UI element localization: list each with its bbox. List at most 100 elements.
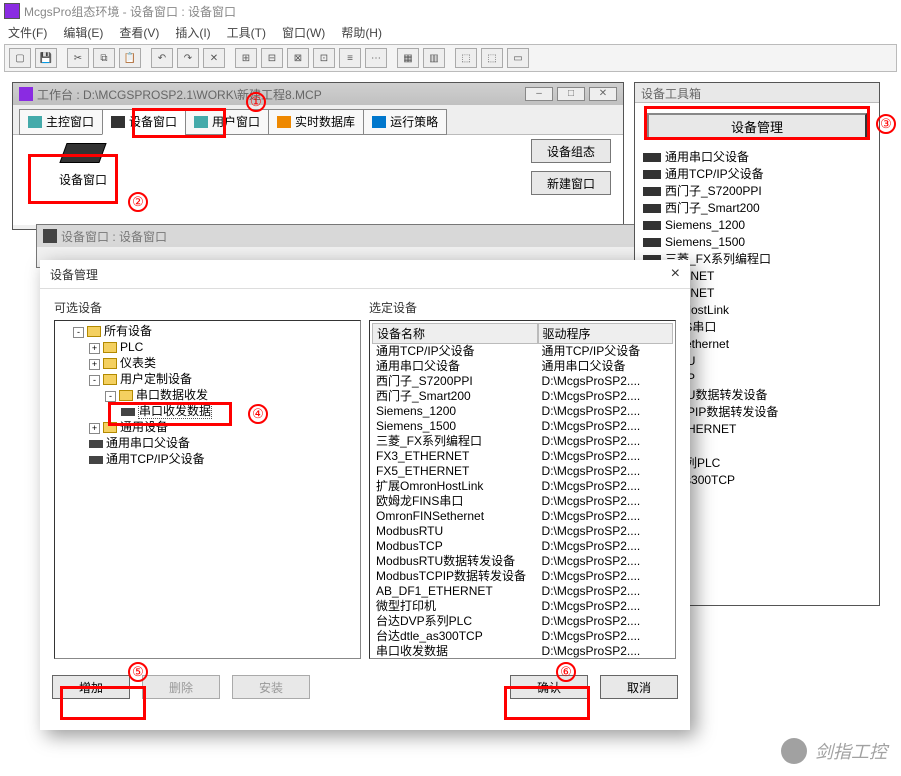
tb-i[interactable]: ⬚ [455, 48, 477, 68]
device-window-icon [43, 229, 57, 243]
table-row[interactable]: ModbusTCPIP数据转发设备D:\McgsProSP2.... [372, 569, 673, 584]
table-row[interactable]: FX3_ETHERNETD:\McgsProSP2.... [372, 449, 673, 464]
btn-cancel[interactable]: 取消 [600, 675, 678, 699]
table-row[interactable]: 微型打印机D:\McgsProSP2.... [372, 599, 673, 614]
btn-ok[interactable]: 确认 [510, 675, 588, 699]
dialog-close[interactable]: × [671, 265, 680, 283]
tb-paste[interactable]: 📋 [119, 48, 141, 68]
table-row[interactable]: ModbusRTU数据转发设备D:\McgsProSP2.... [372, 554, 673, 569]
workbench-titlebar[interactable]: 工作台 : D:\MCGSPROSP2.1\WORK\新建工程8.MCP – □… [13, 83, 623, 105]
table-row[interactable]: 扩展OmronHostLinkD:\McgsProSP2.... [372, 479, 673, 494]
annotation-2-num: ② [128, 192, 148, 212]
tb-c[interactable]: ⊠ [287, 48, 309, 68]
tb-b[interactable]: ⊟ [261, 48, 283, 68]
table-row[interactable]: 欧姆龙FINS串口D:\McgsProSP2.... [372, 494, 673, 509]
tb-a[interactable]: ⊞ [235, 48, 257, 68]
tab-rtdb[interactable]: 实时数据库 [268, 109, 364, 135]
col-driver[interactable]: 驱动程序 [538, 323, 673, 344]
win-close[interactable]: ✕ [589, 87, 617, 101]
annotation-5-num: ⑤ [128, 662, 148, 682]
tb-k[interactable]: ▭ [507, 48, 529, 68]
table-row[interactable]: 西门子_S7200PPID:\McgsProSP2.... [372, 374, 673, 389]
annotation-6-num: ⑥ [556, 662, 576, 682]
toolbox-item[interactable]: 西门子_S7200PPI [643, 183, 871, 200]
menu-insert[interactable]: 插入(I) [175, 24, 210, 41]
app-titlebar: McgsPro组态环境 - 设备窗口 : 设备窗口 [0, 0, 901, 22]
btn-install[interactable]: 安装 [232, 675, 310, 699]
table-row[interactable]: 通用TCP/IP父设备通用TCP/IP父设备 [372, 344, 673, 359]
btn-device-config[interactable]: 设备组态 [531, 139, 611, 163]
toolbox-item[interactable]: 西门子_Smart200 [643, 200, 871, 217]
tb-h[interactable]: ▥ [423, 48, 445, 68]
toolbar: ▢ 💾 ✂ ⧉ 📋 ↶ ↷ ✕ ⊞ ⊟ ⊠ ⊡ ≡ ⋯ ▦ ▥ ⬚ ⬚ ▭ [4, 44, 897, 72]
toolbox-item[interactable]: Siemens_1500 [643, 234, 871, 251]
tb-e[interactable]: ≡ [339, 48, 361, 68]
btn-new-window[interactable]: 新建窗口 [531, 171, 611, 195]
tb-redo[interactable]: ↷ [177, 48, 199, 68]
available-tree[interactable]: -所有设备 +PLC +仪表类 -用户定制设备 -串口数据收发 串口收发数据 [54, 320, 361, 659]
col-name[interactable]: 设备名称 [372, 323, 538, 344]
table-row[interactable]: 西门子_Smart200D:\McgsProSP2.... [372, 389, 673, 404]
tb-undo[interactable]: ↶ [151, 48, 173, 68]
annotation-4-num: ④ [248, 404, 268, 424]
menu-help[interactable]: 帮助(H) [341, 24, 382, 41]
selected-table[interactable]: 设备名称 驱动程序 通用TCP/IP父设备通用TCP/IP父设备通用串口父设备通… [369, 320, 676, 659]
device-icon-area[interactable]: 设备窗口 [33, 143, 133, 203]
tb-f[interactable]: ⋯ [365, 48, 387, 68]
toolbox-item[interactable]: Siemens_1200 [643, 217, 871, 234]
tree-selected-item[interactable]: 串口收发数据 [121, 403, 358, 419]
annotation-1-num: ① [246, 92, 266, 112]
table-row[interactable]: OmronFINSethernetD:\McgsProSP2.... [372, 509, 673, 524]
tb-cut[interactable]: ✂ [67, 48, 89, 68]
device-window-titlebar[interactable]: 设备窗口 : 设备窗口 [37, 225, 675, 247]
available-label: 可选设备 [54, 299, 361, 316]
tab-main[interactable]: 主控窗口 [19, 109, 103, 135]
app-icon [4, 3, 20, 19]
workbench-tabs: 主控窗口 设备窗口 用户窗口 实时数据库 运行策略 [13, 105, 623, 135]
toolbox-item[interactable]: 通用TCP/IP父设备 [643, 166, 871, 183]
table-row[interactable]: Siemens_1200D:\McgsProSP2.... [372, 404, 673, 419]
table-row[interactable]: AB_DF1_ETHERNETD:\McgsProSP2.... [372, 584, 673, 599]
table-row[interactable]: Siemens_1500D:\McgsProSP2.... [372, 419, 673, 434]
dialog-title: 设备管理 [50, 266, 98, 283]
annotation-3-num: ③ [876, 114, 896, 134]
selected-label: 选定设备 [369, 299, 676, 316]
watermark: 剑指工控 [781, 738, 887, 764]
workbench-title: 工作台 : D:\MCGSPROSP2.1\WORK\新建工程8.MCP [37, 86, 322, 103]
tb-g[interactable]: ▦ [397, 48, 419, 68]
table-row[interactable]: ModbusRTUD:\McgsProSP2.... [372, 524, 673, 539]
menu-edit[interactable]: 编辑(E) [63, 24, 103, 41]
watermark-text: 剑指工控 [815, 738, 887, 764]
btn-add[interactable]: 增加 [52, 675, 130, 699]
tb-new[interactable]: ▢ [9, 48, 31, 68]
tab-strategy[interactable]: 运行策略 [363, 109, 447, 135]
table-row[interactable]: 串口收发数据D:\McgsProSP2.... [372, 644, 673, 659]
tb-del[interactable]: ✕ [203, 48, 225, 68]
tb-d[interactable]: ⊡ [313, 48, 335, 68]
btn-delete[interactable]: 删除 [142, 675, 220, 699]
app-title: McgsPro组态环境 - 设备窗口 : 设备窗口 [24, 3, 236, 20]
table-row[interactable]: 台达DVP系列PLCD:\McgsProSP2.... [372, 614, 673, 629]
tb-j[interactable]: ⬚ [481, 48, 503, 68]
tab-user[interactable]: 用户窗口 [185, 109, 269, 135]
menu-file[interactable]: 文件(F) [8, 24, 47, 41]
table-row[interactable]: 三菱_FX系列编程口D:\McgsProSP2.... [372, 434, 673, 449]
win-min[interactable]: – [525, 87, 553, 101]
device-management-dialog: 设备管理 × 可选设备 -所有设备 +PLC +仪表类 -用户定制设备 [40, 260, 690, 730]
menu-tool[interactable]: 工具(T) [227, 24, 266, 41]
tab-device[interactable]: 设备窗口 [102, 109, 186, 135]
table-row[interactable]: 通用串口父设备通用串口父设备 [372, 359, 673, 374]
device-window-title: 设备窗口 : 设备窗口 [61, 228, 167, 245]
device-management-button[interactable]: 设备管理 [647, 113, 867, 139]
menu-window[interactable]: 窗口(W) [282, 24, 325, 41]
win-max[interactable]: □ [557, 87, 585, 101]
chip-icon [59, 143, 106, 163]
toolbox-item[interactable]: 通用串口父设备 [643, 149, 871, 166]
menu-view[interactable]: 查看(V) [119, 24, 159, 41]
table-row[interactable]: FX5_ETHERNETD:\McgsProSP2.... [372, 464, 673, 479]
tb-save[interactable]: 💾 [35, 48, 57, 68]
table-row[interactable]: 台达dtle_as300TCPD:\McgsProSP2.... [372, 629, 673, 644]
table-row[interactable]: ModbusTCPD:\McgsProSP2.... [372, 539, 673, 554]
chip-label: 设备窗口 [33, 171, 133, 188]
tb-copy[interactable]: ⧉ [93, 48, 115, 68]
